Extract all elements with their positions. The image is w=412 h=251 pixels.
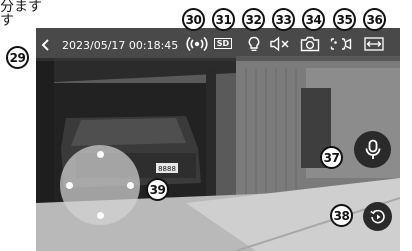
callout-39: 39 (146, 178, 169, 201)
joystick-up-dot[interactable] (97, 151, 104, 158)
callout-31: 31 (212, 8, 235, 31)
callout-29: 29 (6, 46, 29, 69)
callout-32: 32 (242, 8, 265, 31)
callout-36: 36 (363, 8, 386, 31)
callout-35: 35 (333, 8, 356, 31)
snapshot-camera-icon[interactable] (300, 36, 320, 52)
fullscreen-icon[interactable] (364, 36, 384, 52)
joystick-left-dot[interactable] (66, 182, 73, 189)
timestamp: 2023/05/17 00:18:45 (62, 39, 179, 52)
callout-34: 34 (302, 8, 325, 31)
light-bulb-icon[interactable] (247, 36, 261, 52)
mute-speaker-icon[interactable] (269, 36, 291, 52)
microphone-button[interactable] (354, 131, 391, 168)
sd-card-icon[interactable]: SD (214, 38, 232, 49)
reset-button[interactable] (363, 202, 392, 231)
back-arrow-icon[interactable] (39, 38, 53, 52)
video-record-icon[interactable] (330, 36, 352, 52)
microphone-icon (365, 139, 380, 159)
callout-33: 33 (272, 8, 295, 31)
callout-37: 37 (320, 146, 343, 169)
signal-icon (186, 36, 208, 52)
rotate-reset-icon (369, 209, 385, 223)
callout-30: 30 (182, 8, 205, 31)
callout-38: 38 (330, 204, 353, 227)
instruction-line-2: す (0, 13, 14, 29)
joystick-right-dot[interactable] (127, 182, 134, 189)
instruction-text: 分ます す (0, 0, 42, 28)
license-plate: 8888 (158, 165, 176, 173)
top-toolbar: 2023/05/17 00:18:45 SD (36, 28, 400, 61)
joystick-down-dot[interactable] (97, 212, 104, 219)
ptz-joystick[interactable] (60, 145, 140, 225)
instruction-line-1: 分ます (0, 0, 42, 15)
